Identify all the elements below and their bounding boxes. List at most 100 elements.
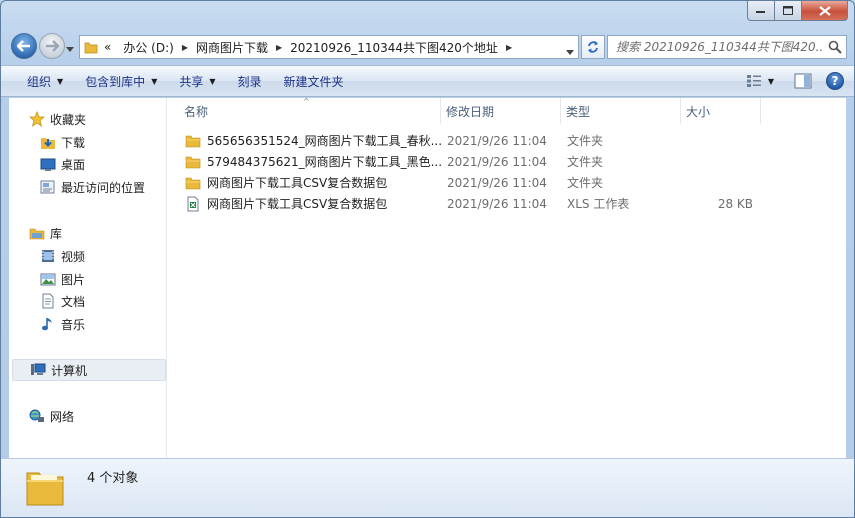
- breadcrumb-drive[interactable]: 办公 (D:): [117, 36, 179, 58]
- library-icon: [29, 228, 45, 240]
- nav-network[interactable]: 网络: [9, 405, 74, 427]
- share-label: 共享: [179, 74, 204, 89]
- nav-pictures[interactable]: 图片: [9, 268, 85, 290]
- address-history-dropdown[interactable]: [566, 44, 574, 58]
- minimize-button[interactable]: [747, 1, 775, 21]
- video-icon: [42, 250, 54, 262]
- file-name: 网商图片下载工具CSV复合数据包: [207, 197, 388, 211]
- close-icon: [818, 5, 831, 16]
- nav-documents-label: 文档: [61, 294, 86, 309]
- burn-button[interactable]: 刻录: [227, 66, 273, 96]
- column-name-label: 名称: [184, 104, 209, 119]
- column-date-label: 修改日期: [446, 104, 495, 119]
- table-row[interactable]: 网商图片下载工具CSV复合数据包 2021/9/26 11:04 XLS 工作表…: [169, 193, 846, 214]
- star-icon: [29, 111, 45, 127]
- table-row[interactable]: 网商图片下载工具CSV复合数据包 2021/9/26 11:04 文件夹: [169, 172, 846, 193]
- breadcrumb-overflow[interactable]: «: [98, 36, 117, 58]
- recent-pages-dropdown[interactable]: [66, 41, 74, 55]
- explorer-window: « 办公 (D:) ▶ 网商图片下载 ▶ 20210926_110344共下图4…: [0, 0, 855, 518]
- recent-places-icon: [40, 180, 55, 194]
- pictures-icon: [40, 273, 56, 286]
- nav-desktop[interactable]: 桌面: [9, 153, 85, 175]
- nav-libraries[interactable]: 库: [9, 222, 62, 244]
- network-icon: [29, 409, 44, 422]
- nav-pictures-label: 图片: [61, 272, 86, 287]
- nav-computer[interactable]: 计算机: [12, 359, 166, 381]
- change-view-button[interactable]: ▼: [746, 74, 774, 88]
- breadcrumb-separator-icon[interactable]: ▶: [180, 43, 190, 52]
- chevron-down-icon: ▼: [57, 76, 64, 86]
- file-date: 2021/9/26 11:04: [447, 133, 547, 148]
- column-size[interactable]: 大小: [681, 98, 761, 124]
- folder-icon: [185, 135, 201, 147]
- folder-icon: [185, 177, 201, 189]
- nav-favorites-label: 收藏夹: [50, 112, 87, 127]
- share-menu[interactable]: 共享 ▼: [168, 66, 226, 96]
- organize-label: 组织: [27, 74, 52, 89]
- organize-menu[interactable]: 组织 ▼: [16, 66, 74, 96]
- details-pane: 4 个对象: [1, 458, 854, 517]
- file-type: XLS 工作表: [567, 197, 630, 211]
- help-icon[interactable]: ?: [826, 72, 844, 90]
- back-button[interactable]: [11, 33, 37, 59]
- column-type[interactable]: 类型: [561, 98, 681, 124]
- file-size: 28 KB: [717, 196, 753, 211]
- file-name: 网商图片下载工具CSV复合数据包: [207, 176, 388, 190]
- nav-documents[interactable]: 文档: [9, 290, 85, 312]
- arrow-right-icon: [46, 40, 59, 52]
- arrow-left-icon: [17, 40, 30, 52]
- include-in-library-label: 包含到库中: [85, 74, 146, 89]
- breadcrumb-current-folder[interactable]: 20210926_110344共下图420个地址: [284, 36, 504, 58]
- close-button[interactable]: [802, 1, 848, 21]
- forward-button[interactable]: [39, 33, 65, 59]
- desktop-icon: [40, 158, 56, 171]
- include-in-library-menu[interactable]: 包含到库中 ▼: [74, 66, 168, 96]
- music-icon: [42, 318, 52, 331]
- file-name: 565656351524_网商图片下载工具_春秋...: [207, 134, 441, 148]
- main-area: 收藏夹 下载 桌面 最近访问的位置 库 视频 图片 文档 音乐 计算机 网络 ^…: [9, 97, 846, 458]
- nav-videos[interactable]: 视频: [9, 245, 85, 267]
- minimize-icon: [756, 10, 765, 13]
- file-date: 2021/9/26 11:04: [447, 154, 547, 169]
- nav-recent-places[interactable]: 最近访问的位置: [9, 176, 145, 198]
- file-date: 2021/9/26 11:04: [447, 175, 547, 190]
- nav-favorites[interactable]: 收藏夹: [9, 108, 86, 130]
- nav-downloads[interactable]: 下载: [9, 131, 85, 153]
- column-header: ^ 名称 修改日期 类型 大小: [169, 97, 846, 124]
- search-input[interactable]: [616, 40, 824, 54]
- nav-desktop-label: 桌面: [61, 157, 86, 172]
- item-count: 4 个对象: [87, 471, 139, 486]
- address-bar[interactable]: « 办公 (D:) ▶ 网商图片下载 ▶ 20210926_110344共下图4…: [79, 35, 579, 59]
- maximize-button[interactable]: [775, 1, 802, 21]
- refresh-button[interactable]: [581, 35, 605, 59]
- address-row: « 办公 (D:) ▶ 网商图片下载 ▶ 20210926_110344共下图4…: [9, 31, 847, 61]
- file-type: 文件夹: [567, 176, 604, 190]
- folder-icon: [185, 156, 201, 168]
- breadcrumb-download-folder[interactable]: 网商图片下载: [190, 36, 274, 58]
- table-row[interactable]: 579484375621_网商图片下载工具_黑色... 2021/9/26 11…: [169, 151, 846, 172]
- file-date: 2021/9/26 11:04: [447, 196, 547, 211]
- computer-icon: [31, 363, 46, 375]
- preview-pane-icon[interactable]: [794, 73, 812, 89]
- navigation-pane: 收藏夹 下载 桌面 最近访问的位置 库 视频 图片 文档 音乐 计算机 网络: [9, 98, 167, 458]
- view-options-icon: [746, 75, 761, 87]
- chevron-down-icon: [66, 47, 74, 52]
- nav-recent-places-label: 最近访问的位置: [61, 180, 146, 195]
- search-icon[interactable]: [828, 40, 842, 54]
- table-row[interactable]: 565656351524_网商图片下载工具_春秋... 2021/9/26 11…: [169, 130, 846, 151]
- column-name[interactable]: 名称: [179, 98, 441, 124]
- column-date[interactable]: 修改日期: [441, 98, 561, 124]
- nav-music[interactable]: 音乐: [9, 313, 85, 335]
- caption-buttons: [747, 1, 848, 21]
- document-icon: [42, 293, 54, 309]
- breadcrumb-separator-icon[interactable]: ▶: [274, 43, 284, 52]
- chevron-down-icon[interactable]: ▼: [768, 77, 774, 86]
- new-folder-button[interactable]: 新建文件夹: [273, 66, 355, 96]
- chevron-down-icon: ▼: [209, 76, 216, 86]
- burn-label: 刻录: [237, 74, 262, 89]
- file-type: 文件夹: [567, 134, 604, 148]
- folder-icon: [26, 472, 64, 506]
- breadcrumb-separator-icon[interactable]: ▶: [504, 43, 514, 52]
- search-box[interactable]: [607, 35, 847, 59]
- nav-videos-label: 视频: [61, 249, 86, 264]
